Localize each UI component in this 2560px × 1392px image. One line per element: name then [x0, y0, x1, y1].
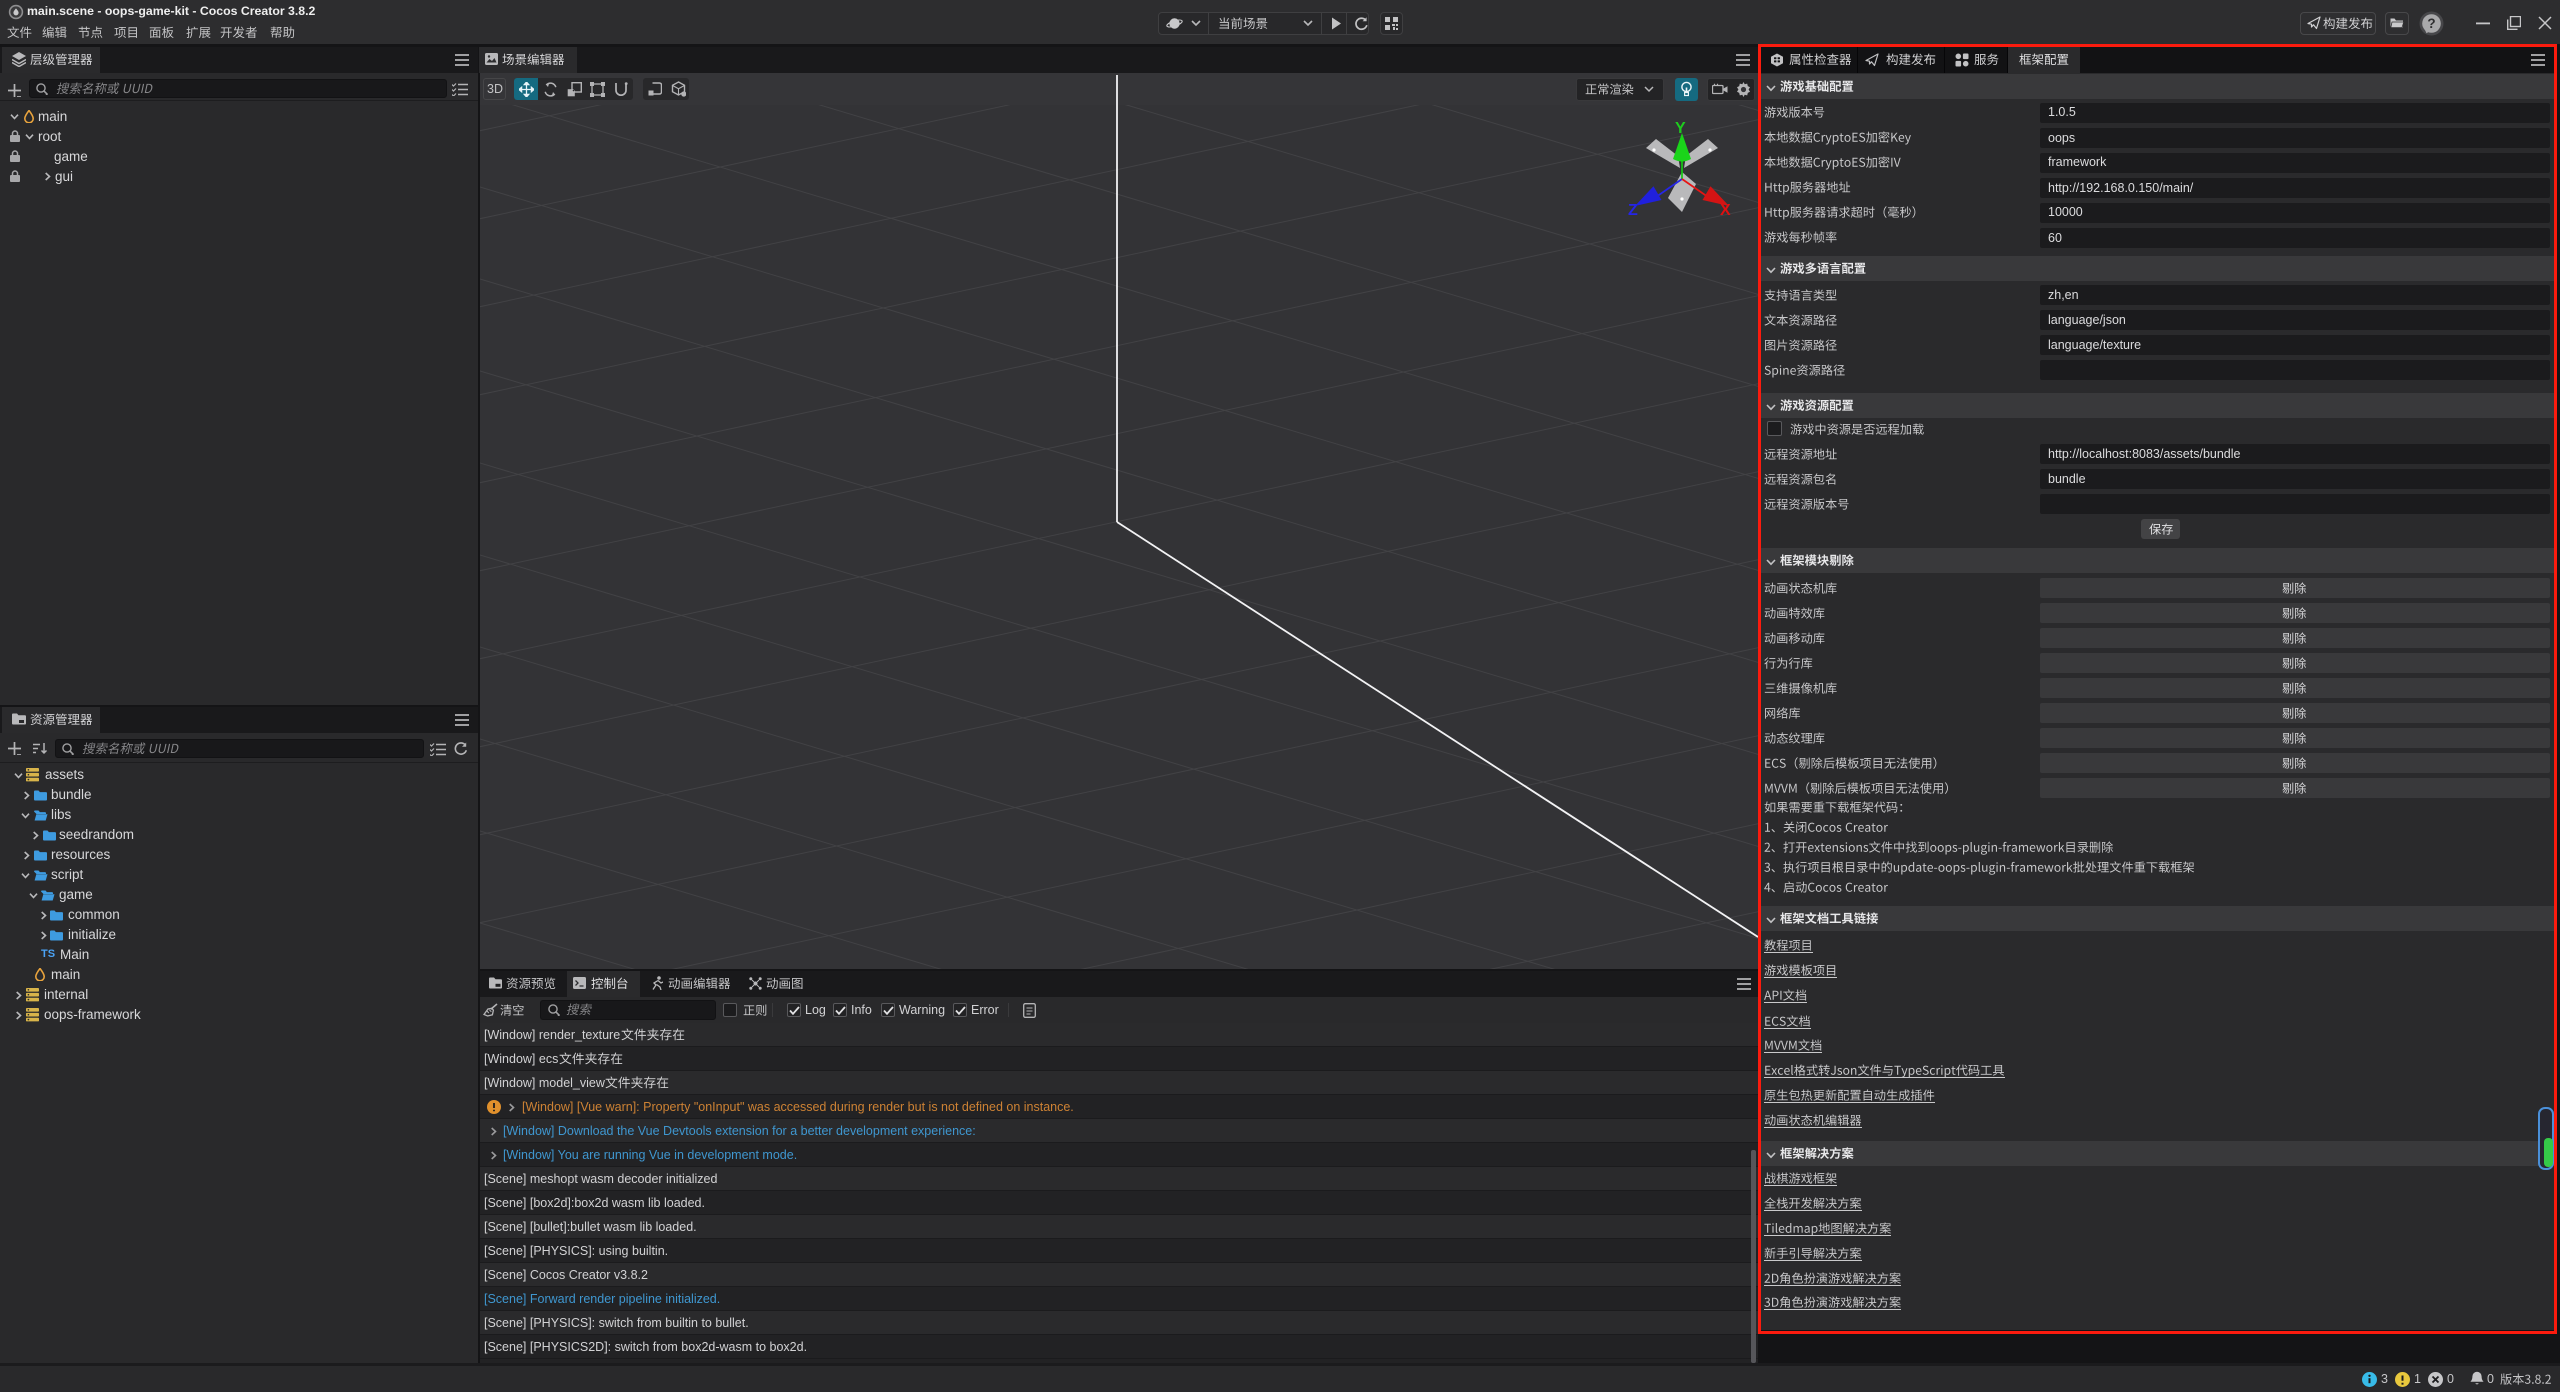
svg-text:Y: Y — [1675, 120, 1686, 137]
svg-text:?: ? — [2427, 16, 2435, 31]
